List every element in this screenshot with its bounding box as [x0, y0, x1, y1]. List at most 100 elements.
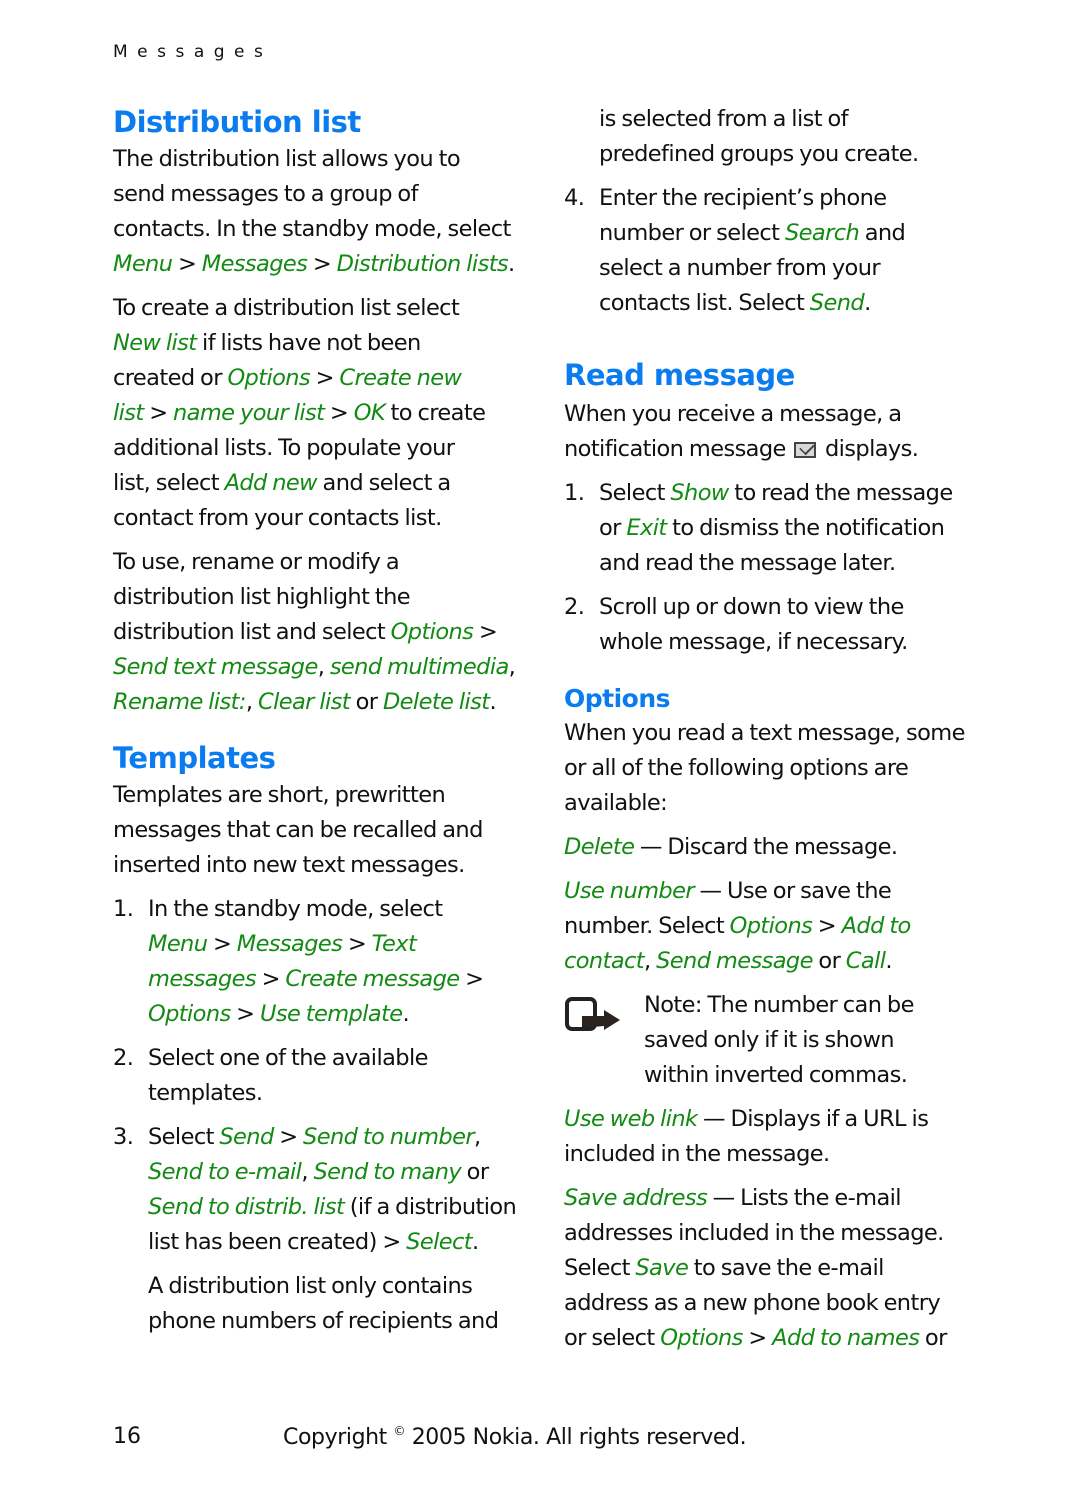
text-line: additional lists. To populate your: [113, 431, 533, 466]
body-text: or select: [564, 1325, 661, 1351]
intro-text: notification message: [564, 436, 786, 462]
body-text: >: [230, 1001, 260, 1027]
body-text: ,: [301, 1159, 314, 1185]
step-text: In the standby mode, select Menu > Messag…: [148, 892, 533, 1032]
option-use-number: Use number — Use or save the number. Sele…: [564, 874, 984, 979]
menu-path-term: Delete: [564, 834, 635, 860]
text-line: Rename list:, Clear list or Delete list.: [113, 685, 533, 720]
text-line: included in the message.: [564, 1137, 984, 1172]
menu-path-term: Options: [227, 365, 311, 391]
text-line: distribution list and select Options >: [113, 615, 533, 650]
text-line: addresses included in the message.: [564, 1216, 984, 1251]
templates-intro: Templates are short, prewritten messages …: [113, 778, 533, 883]
text-line: Options > Use template.: [148, 997, 533, 1032]
body-text: list has been created) >: [148, 1229, 407, 1255]
step-number: 1.: [113, 896, 134, 922]
body-text: or: [461, 1159, 489, 1185]
body-text: to read the message: [728, 480, 953, 506]
body-text: ,: [245, 689, 258, 715]
copyright-text: Copyright: [283, 1425, 387, 1450]
body-text: distribution list highlight the: [113, 584, 411, 610]
template-step-4: 4. Enter the recipient’s phone number or …: [564, 181, 984, 321]
body-text: to create: [385, 400, 486, 426]
body-text: messages that can be recalled and: [113, 817, 483, 843]
text-line: Select Send > Send to number,: [148, 1120, 533, 1155]
template-step-2: 2. Select one of the available templates.: [113, 1041, 533, 1111]
menu-path-term: Exit: [626, 515, 667, 541]
menu-path-term: Messages: [236, 931, 343, 957]
text-line: send messages to a group of: [113, 177, 533, 212]
text-line: Save address — Lists the e-mail: [564, 1181, 984, 1216]
body-text: .: [489, 689, 497, 715]
text-line: Templates are short, prewritten: [113, 778, 533, 813]
body-text: saved only if it is shown: [644, 1027, 895, 1053]
text-line: address as a new phone book entry: [564, 1286, 984, 1321]
body-text: A distribution list only contains: [148, 1273, 473, 1299]
text-line: select a number from your: [599, 251, 984, 286]
body-text: address as a new phone book entry: [564, 1290, 941, 1316]
body-text: number. Select: [564, 913, 730, 939]
step-number: 1.: [564, 480, 585, 506]
text-line: Select Save to save the e-mail: [564, 1251, 984, 1286]
menu-path-term: Menu: [148, 931, 208, 957]
menu-path-term: Options: [660, 1325, 743, 1351]
body-text: ,: [474, 1124, 481, 1150]
distribution-list-heading: Distribution list: [113, 105, 361, 139]
text-line: To create a distribution list select: [113, 291, 533, 326]
templates-section: Templates Templates are short, prewritte…: [113, 738, 533, 1339]
text-line: To use, rename or modify a: [113, 545, 533, 580]
options-heading: Options: [564, 684, 671, 713]
body-text: >: [207, 931, 237, 957]
text-line: The distribution list allows you to: [113, 142, 533, 177]
text-line: or all of the following options are: [564, 751, 984, 786]
menu-path-term: Select: [406, 1229, 472, 1255]
body-text: included in the message.: [564, 1141, 830, 1167]
text-line: Select Show to read the message: [599, 476, 984, 511]
text-line: Use number — Use or save the: [564, 874, 984, 909]
body-text: Enter the recipient’s phone: [599, 185, 887, 211]
body-text: >: [812, 913, 842, 939]
body-text: .: [402, 1001, 410, 1027]
body-text: and: [859, 220, 906, 246]
text-line: contact, Send message or Call.: [564, 944, 984, 979]
running-head: Messages: [113, 42, 273, 62]
body-text: distribution list and select: [113, 619, 391, 645]
text-line: A distribution list only contains: [148, 1269, 533, 1304]
templates-heading: Templates: [113, 741, 276, 775]
text-line: Send text message, send multimedia,: [113, 650, 533, 685]
read-message-heading: Read message: [564, 358, 795, 392]
template-step-3: 3. Select Send > Send to number, Send to …: [113, 1120, 533, 1339]
menu-path-term: Create new: [339, 365, 462, 391]
menu-path-term: Add to: [841, 913, 912, 939]
note-hand-icon: [565, 997, 620, 1031]
body-text: When you read a text message, some: [564, 720, 965, 746]
menu-path-term: Text: [371, 931, 417, 957]
body-text: list, select: [113, 470, 225, 496]
body-text: if lists have not been: [196, 330, 421, 356]
text-line: created or Options > Create new: [113, 361, 533, 396]
menu-path-term: Menu: [113, 251, 173, 277]
right-column: is selected from a list of predefined gro…: [564, 102, 984, 1356]
menu-path-term: Show: [670, 480, 729, 506]
step-text: Enter the recipient’s phone number or sel…: [599, 181, 984, 321]
copyright-notice: Copyright © 2005 Nokia. All rights reser…: [283, 1424, 747, 1450]
text-line: available:: [564, 786, 984, 821]
body-text: contacts. In the standby mode, select: [113, 216, 511, 242]
read-step-2: 2. Scroll up or down to view the whole me…: [564, 590, 984, 660]
body-text: >: [307, 251, 337, 277]
menu-path-term: Use template: [259, 1001, 403, 1027]
text-line: Menu > Messages > Text: [148, 927, 533, 962]
create-list-paragraph: To create a distribution list select New …: [113, 291, 533, 536]
menu-path-term: Call: [845, 948, 886, 974]
text-line: saved only if it is shown: [644, 1023, 984, 1058]
text-line: templates.: [148, 1076, 533, 1111]
read-message-section: Read message When you receive a message,…: [564, 355, 984, 660]
menu-path-term: Send: [219, 1124, 274, 1150]
body-text: Select one of the available: [148, 1045, 428, 1071]
menu-path-term: Create message: [285, 966, 460, 992]
read-step-1: 1. Select Show to read the message or Exi…: [564, 476, 984, 581]
body-text: — Lists the e-mail: [707, 1185, 902, 1211]
body-text: >: [473, 619, 498, 645]
modify-list-paragraph: To use, rename or modify a distribution l…: [113, 545, 533, 720]
body-text: send messages to a group of: [113, 181, 419, 207]
